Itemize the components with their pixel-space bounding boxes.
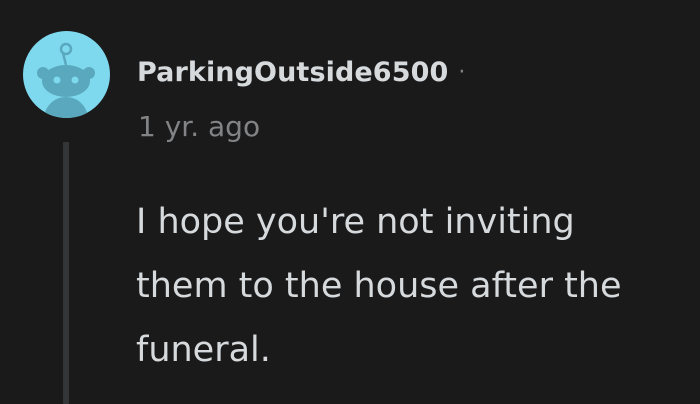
- snoo-avatar-icon: [37, 42, 95, 118]
- timestamp[interactable]: 1 yr. ago: [138, 110, 260, 143]
- thread-line[interactable]: [63, 142, 69, 404]
- comment: ParkingOutside6500 · 1 yr. ago I hope yo…: [0, 0, 700, 404]
- separator-dot: ·: [458, 60, 466, 85]
- username-link[interactable]: ParkingOutside6500: [137, 57, 448, 88]
- comment-text: I hope you're not inviting them to the h…: [136, 202, 622, 370]
- avatar[interactable]: [23, 31, 110, 118]
- comment-header: ParkingOutside6500 ·: [137, 57, 465, 88]
- comment-body: I hope you're not inviting them to the h…: [136, 190, 676, 382]
